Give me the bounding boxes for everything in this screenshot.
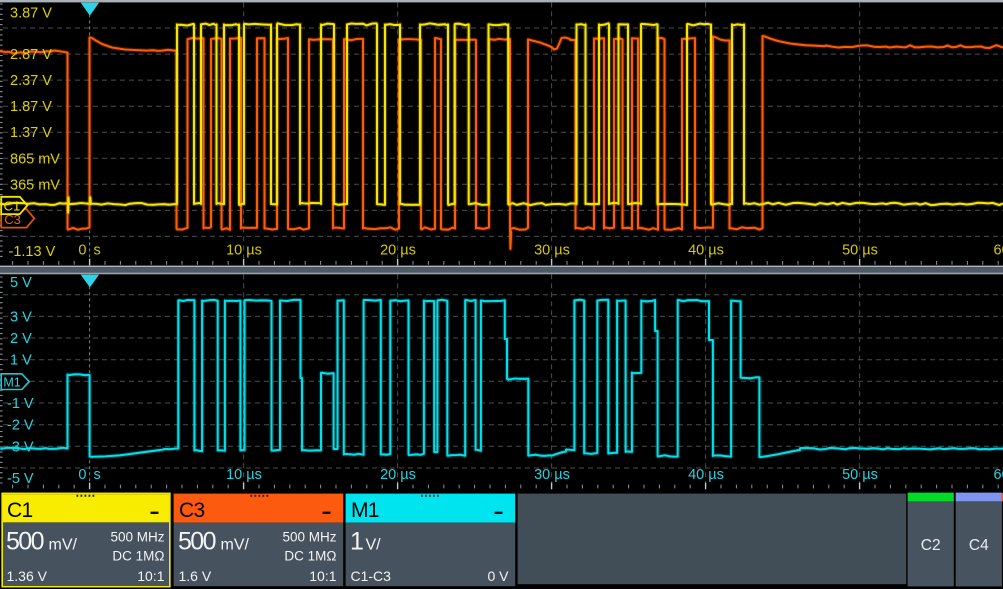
svg-text:3 V: 3 V — [10, 309, 32, 325]
svg-text:3.87 V: 3.87 V — [10, 6, 52, 22]
svg-text:500: 500 — [178, 528, 216, 556]
svg-text:0 V: 0 V — [487, 568, 509, 584]
svg-text:mV/: mV/ — [49, 537, 78, 554]
svg-text:-5 V: -5 V — [7, 471, 34, 487]
svg-text:500: 500 — [6, 528, 44, 556]
svg-text:2.37 V: 2.37 V — [10, 73, 52, 89]
svg-text:mV/: mV/ — [221, 537, 250, 554]
svg-text:500 MHz: 500 MHz — [282, 530, 336, 545]
svg-text:1.37 V: 1.37 V — [10, 125, 52, 141]
svg-text:M1: M1 — [3, 375, 20, 389]
svg-text:DC 1MΩ: DC 1MΩ — [284, 549, 336, 564]
svg-text:2 V: 2 V — [10, 331, 32, 347]
svg-text:40 µs: 40 µs — [688, 467, 724, 483]
svg-text:0: 0 — [78, 243, 86, 259]
svg-text:60 µs: 60 µs — [994, 467, 1003, 483]
svg-text:-1 V: -1 V — [7, 396, 34, 412]
svg-text:-1.13 V: -1.13 V — [9, 244, 56, 260]
svg-text:C1: C1 — [7, 499, 32, 522]
svg-text:C2: C2 — [921, 537, 941, 554]
svg-text:-3 V: -3 V — [7, 439, 34, 455]
svg-text:60 µs: 60 µs — [994, 243, 1003, 259]
svg-text:s: s — [94, 243, 101, 259]
svg-text:30 µs: 30 µs — [534, 243, 570, 259]
svg-text:10 µs: 10 µs — [226, 467, 262, 483]
svg-text:865 mV: 865 mV — [10, 151, 60, 167]
svg-text:50 µs: 50 µs — [842, 467, 878, 483]
svg-text:-2 V: -2 V — [7, 418, 34, 434]
svg-text:365 mV: 365 mV — [10, 177, 60, 193]
svg-text:C3: C3 — [179, 499, 204, 522]
svg-text:10:1: 10:1 — [137, 568, 164, 584]
svg-text:2.87 V: 2.87 V — [10, 47, 52, 63]
svg-text:C1-C3: C1-C3 — [351, 568, 392, 584]
svg-text:s: s — [94, 467, 101, 483]
svg-text:V/: V/ — [366, 537, 382, 554]
svg-text:10 µs: 10 µs — [226, 243, 262, 259]
svg-text:C4: C4 — [969, 537, 989, 554]
svg-text:50 µs: 50 µs — [842, 243, 878, 259]
svg-text:40 µs: 40 µs — [688, 243, 724, 259]
svg-text:1: 1 — [350, 528, 363, 556]
svg-text:30 µs: 30 µs — [534, 467, 570, 483]
svg-text:M1: M1 — [351, 499, 379, 522]
svg-text:1.6 V: 1.6 V — [179, 568, 212, 584]
svg-text:20 µs: 20 µs — [380, 243, 416, 259]
svg-text:5 V: 5 V — [10, 275, 32, 291]
svg-text:0: 0 — [78, 467, 86, 483]
svg-text:20 µs: 20 µs — [380, 467, 416, 483]
svg-text:1.36 V: 1.36 V — [7, 568, 48, 584]
svg-text:1.87 V: 1.87 V — [10, 99, 52, 115]
svg-text:500 MHz: 500 MHz — [110, 530, 164, 545]
svg-text:DC 1MΩ: DC 1MΩ — [112, 549, 164, 564]
svg-text:10:1: 10:1 — [309, 568, 336, 584]
svg-text:1 V: 1 V — [10, 353, 32, 369]
